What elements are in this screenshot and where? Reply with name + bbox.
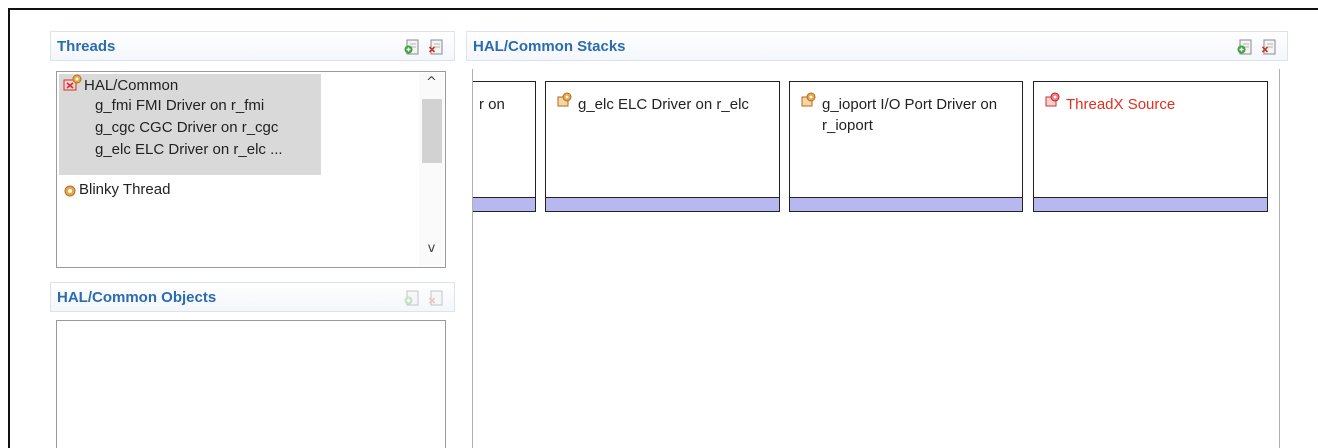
stacks-canvas[interactable]: r on g_elc ELC Driver on r_elc g_ioport … [472, 69, 1280, 448]
objects-panel: HAL/Common Objects [50, 282, 455, 448]
add-icon[interactable] [1237, 39, 1253, 55]
tree-item-cgc-driver[interactable]: g_cgc CGC Driver on r_cgc [95, 118, 278, 138]
threads-panel-header: Threads [50, 31, 455, 61]
stack-module-label: ThreadX Source [1066, 96, 1176, 113]
objects-list[interactable] [56, 320, 446, 448]
threads-panel-title: Threads [57, 38, 116, 55]
tree-item-fmi-driver[interactable]: g_fmi FMI Driver on r_fmi [95, 96, 264, 116]
scrollbar-thumb[interactable] [422, 99, 442, 163]
stacks-panel: HAL/Common Stacks r on g_elc ELC Driver … [466, 31, 1288, 448]
threads-tree[interactable]: HAL/Common g_fmi FMI Driver on r_fmi g_c… [56, 71, 446, 268]
threads-panel: Threads HAL/Common g_fmi FMI Driver on r… [50, 31, 455, 271]
stack-module-bar [790, 197, 1022, 211]
tree-item-hal-common[interactable]: HAL/Common [84, 76, 178, 96]
module-icon-red [1045, 92, 1060, 107]
add-icon[interactable] [404, 290, 420, 306]
stack-module-bar [546, 197, 779, 211]
stack-module-bar [473, 197, 535, 211]
stack-module-label: g_ioport I/O Port Driver on r_ioport [822, 96, 998, 134]
remove-icon[interactable] [428, 39, 444, 55]
hal-thread-icon [63, 74, 82, 91]
stack-module-label: g_elc ELC Driver on r_elc [578, 96, 749, 113]
remove-icon[interactable] [428, 290, 444, 306]
add-icon[interactable] [404, 39, 420, 55]
remove-icon[interactable] [1261, 39, 1277, 55]
stacks-panel-header: HAL/Common Stacks [466, 31, 1288, 61]
scroll-down-arrow[interactable]: v [419, 239, 444, 259]
tree-item-elc-driver[interactable]: g_elc ELC Driver on r_elc ... [95, 140, 283, 160]
tree-scrollbar[interactable]: ^ v [419, 73, 444, 266]
objects-panel-header: HAL/Common Objects [50, 282, 455, 312]
tree-item-blinky-thread[interactable]: Blinky Thread [79, 180, 170, 200]
stack-module-partial[interactable]: r on [473, 81, 536, 212]
stack-module-threadx[interactable]: ThreadX Source [1033, 81, 1268, 212]
stacks-panel-title: HAL/Common Stacks [473, 38, 626, 55]
thread-gear-icon [64, 185, 76, 197]
module-icon [801, 92, 816, 107]
module-icon [557, 92, 572, 107]
stack-module-bar [1034, 197, 1267, 211]
stack-module-elc[interactable]: g_elc ELC Driver on r_elc [545, 81, 780, 212]
objects-panel-title: HAL/Common Objects [57, 289, 217, 306]
scroll-up-arrow[interactable]: ^ [419, 73, 444, 93]
stack-module-ioport[interactable]: g_ioport I/O Port Driver on r_ioport [789, 81, 1023, 212]
